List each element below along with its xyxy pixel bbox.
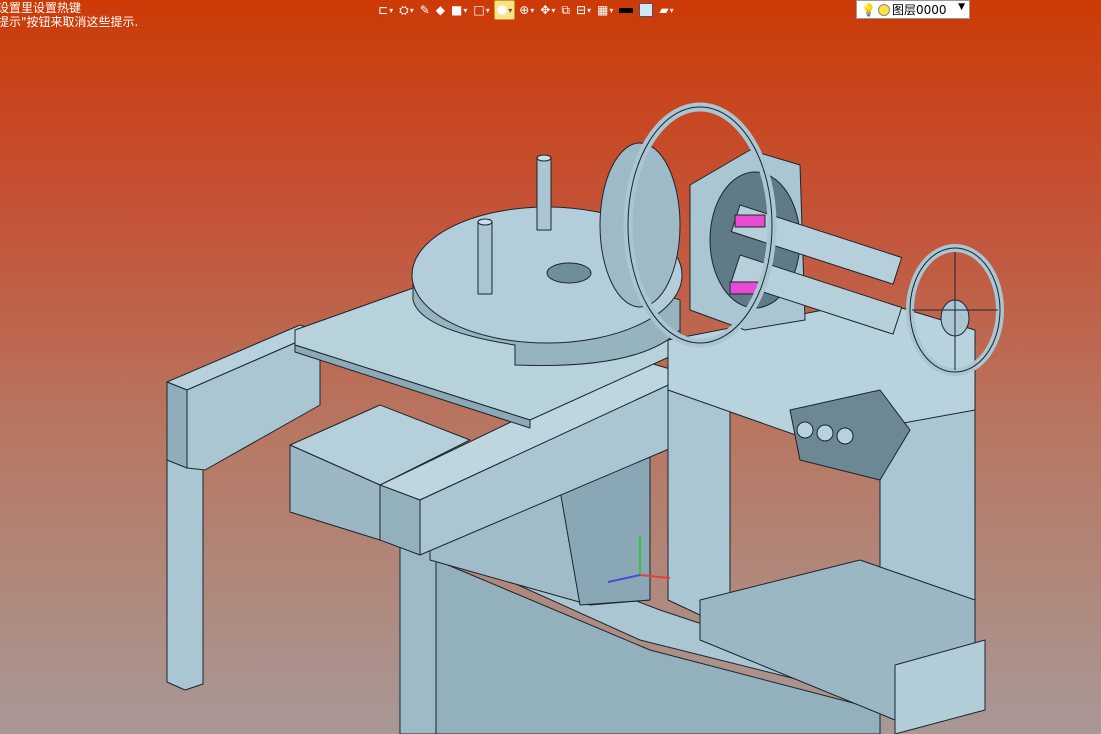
view-icon[interactable]: ⛭ ▾	[397, 1, 416, 19]
3d-viewport[interactable]: 设置里设置热键 提示"按钮来取消这些提示. ⊏ ▾ ⛭ ▾ ✎ ◆ ■ ▾ □ ▾ ⬢ ▾…	[0, 0, 1101, 734]
solid-box-icon[interactable]: ◆	[434, 1, 447, 19]
layer-name: 图层0000	[891, 3, 947, 17]
pan-icon[interactable]: ✥ ▾	[538, 1, 557, 19]
machine-model[interactable]	[0, 0, 1101, 734]
white-cube-icon[interactable]: □ ▾	[471, 1, 491, 19]
fit-icon[interactable]: ⧉	[559, 1, 572, 19]
layer-dropdown[interactable]: 💡 图层0000 ▼	[856, 0, 970, 19]
view-toolbar: ⊏ ▾ ⛭ ▾ ✎ ◆ ■ ▾ □ ▾ ⬢ ▾ ⊕ ▾ ✥ ▾ ⧉ ⊟ ▾ ▦ ▾ ▰ ▾	[376, 0, 676, 20]
plane-icon[interactable]: ▰ ▾	[657, 1, 675, 19]
zoom-icon[interactable]: ⊕ ▾	[517, 1, 536, 19]
layer-color-dot-icon[interactable]	[877, 3, 890, 16]
left-front-leg	[166, 446, 204, 691]
bulb-icon[interactable]: 💡	[861, 3, 876, 17]
layer-manager-icon[interactable]: ▦ ▾	[595, 1, 615, 19]
chevron-down-icon[interactable]: ▼	[958, 2, 965, 12]
pink-valve-1	[734, 214, 766, 228]
pen-icon[interactable]: ✎	[418, 1, 432, 19]
hint-line-2: 提示"按钮来取消这些提示.	[0, 15, 139, 29]
post-2	[477, 221, 493, 295]
hint-text: 设置里设置热键 提示"按钮来取消这些提示.	[0, 1, 138, 29]
post-1	[536, 157, 552, 231]
cube-icon[interactable]: ■ ▾	[449, 1, 469, 19]
selection-icon[interactable]: ⊏ ▾	[376, 1, 395, 19]
pink-valve-2	[729, 281, 759, 295]
line-color-icon[interactable]	[617, 1, 635, 19]
left-rear-leg	[399, 536, 437, 734]
hint-line-1: 设置里设置热键	[0, 1, 82, 15]
section-icon[interactable]: ⊟ ▾	[574, 1, 593, 19]
left-rail-side	[166, 381, 188, 469]
fill-color-icon[interactable]	[637, 1, 655, 19]
wireframe-icon[interactable]: ⬢ ▾	[493, 0, 516, 20]
disc-hole	[546, 262, 592, 284]
